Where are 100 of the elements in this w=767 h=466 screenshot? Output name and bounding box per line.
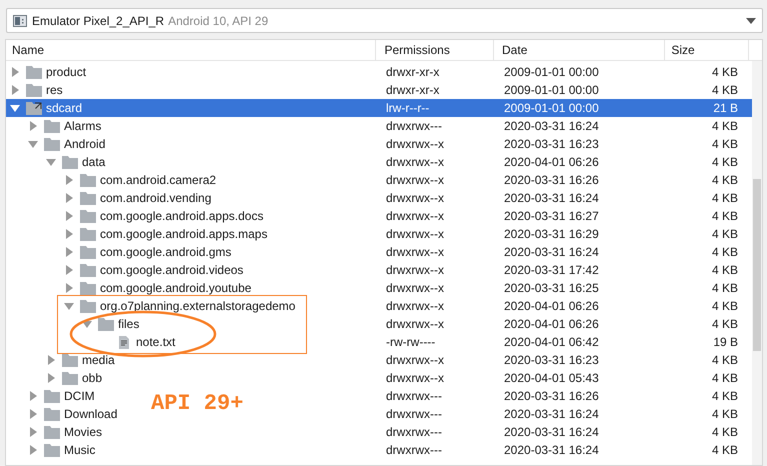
size-cell-text: 4 KB [710,191,739,205]
date-cell-text: 2020-03-31 16:25 [503,281,600,295]
date-cell-text: 2009-01-01 00:00 [503,65,600,79]
folder-icon [62,372,78,384]
column-header[interactable]: Name [6,40,376,60]
folder-icon [44,390,60,402]
collapse-arrow-icon[interactable] [82,319,92,329]
expand-arrow-icon[interactable] [28,427,38,437]
expand-arrow-icon[interactable] [64,247,74,257]
permissions-cell-text: drwxrwx--x [385,281,445,295]
folder-icon [80,246,96,258]
file-name[interactable]: res [46,83,63,97]
file-name[interactable]: Android [64,137,106,151]
file-name[interactable]: com.android.vending [100,191,212,205]
expand-arrow-icon[interactable] [10,67,20,77]
collapse-arrow-icon[interactable] [64,301,74,311]
permissions-cell-text: drwxrwx--x [385,173,445,187]
size-cell-text: 4 KB [710,155,739,169]
file-name[interactable]: com.google.android.youtube [100,281,252,295]
permissions-cell-text: drwxrwx--- [385,407,443,421]
date-cell-text: 2020-03-31 16:26 [503,173,600,187]
folder-icon [44,138,60,150]
device-name: Emulator Pixel_2_API_R [32,14,164,28]
folder-icon [80,174,96,186]
date-cell-text: 2020-03-31 16:24 [503,425,600,439]
date-cell-text: 2020-03-31 16:23 [503,353,600,367]
collapse-arrow-icon[interactable] [28,139,38,149]
permissions-cell-text: drwxr-xr-x [385,65,440,79]
file-name[interactable]: Music [64,443,96,457]
expand-arrow-icon[interactable] [64,211,74,221]
expand-arrow-icon[interactable] [28,445,38,455]
date-cell-text: 2020-04-01 06:26 [503,299,600,313]
date-cell-text: 2020-03-31 16:27 [503,209,600,223]
expand-arrow-icon[interactable] [64,229,74,239]
device-dropdown[interactable]: Emulator Pixel_2_API_R Android 10, API 29 [6,8,763,33]
permissions-cell-text: drwxrwx--x [385,137,445,151]
permissions-cell-text: drwxrwx--- [385,443,443,457]
date-cell-text: 2020-04-01 06:26 [503,317,600,331]
file-name[interactable]: com.google.android.apps.maps [100,227,268,241]
file-name[interactable]: Alarms [64,119,102,133]
folder-icon [44,444,60,456]
file-name[interactable]: sdcard [46,101,82,115]
file-name[interactable]: obb [82,371,102,385]
file-name[interactable]: DCIM [64,389,95,403]
expand-arrow-icon[interactable] [10,85,20,95]
expand-arrow-icon[interactable] [64,175,74,185]
folder-icon [44,120,60,132]
expand-arrow-icon[interactable] [28,121,38,131]
date-cell-text: 2020-04-01 05:43 [503,371,600,385]
file-name[interactable]: note.txt [136,335,176,349]
date-cell-text: 2020-03-31 16:24 [503,119,600,133]
permissions-cell-text: drwxrwx--x [385,263,445,277]
expand-arrow-icon[interactable] [64,283,74,293]
device-icon [13,14,27,26]
size-cell-text: 4 KB [710,317,739,331]
folder-icon [62,156,78,168]
date-cell-text: 2020-03-31 16:24 [503,407,600,421]
folder-icon [98,318,114,330]
size-cell-text: 4 KB [710,443,739,457]
file-name[interactable]: files [118,317,140,331]
collapse-arrow-icon[interactable] [10,103,20,113]
file-name[interactable]: com.google.android.videos [100,263,244,277]
size-cell-text: 21 B [712,101,739,115]
text-file-icon [116,336,132,348]
permissions-cell-text: drwxrwx--- [385,389,443,403]
file-name[interactable]: media [82,353,115,367]
date-cell-text: 2020-03-31 16:24 [503,191,600,205]
expand-arrow-icon[interactable] [64,265,74,275]
expand-arrow-icon[interactable] [28,409,38,419]
size-cell-text: 4 KB [710,281,739,295]
file-name[interactable]: product [46,65,86,79]
expand-arrow-icon[interactable] [46,355,56,365]
size-cell-text: 4 KB [710,353,739,367]
expand-arrow-icon[interactable] [46,373,56,383]
folder-icon [80,300,96,312]
expand-arrow-icon[interactable] [64,193,74,203]
file-name[interactable]: Movies [64,425,102,439]
permissions-cell-text: drwxrwx--- [385,119,443,133]
scrollbar-thumb[interactable] [753,179,761,351]
date-cell-text: 2020-04-01 06:26 [503,155,600,169]
file-name[interactable]: com.android.camera2 [100,173,216,187]
date-cell-text: 2020-04-01 06:42 [503,335,600,349]
date-cell-text: 2020-03-31 16:24 [503,443,600,457]
column-header[interactable]: Date [494,40,666,60]
column-header[interactable]: Permissions [376,40,494,60]
folder-icon [80,192,96,204]
device-detail: Android 10, API 29 [168,14,268,28]
collapse-arrow-icon[interactable] [46,157,56,167]
date-cell-text: 2009-01-01 00:00 [503,101,600,115]
annotation-label: API 29+ [151,391,244,416]
file-name[interactable]: com.google.android.apps.docs [100,209,264,223]
file-name[interactable]: Download [64,407,118,421]
column-header[interactable]: Size [665,40,750,60]
file-name[interactable]: data [82,155,106,169]
file-name[interactable]: com.google.android.gms [100,245,232,259]
file-name[interactable]: org.o7planning.externalstoragedemo [100,299,296,313]
selected-row-highlight[interactable]: sdcard lrw-r--r-- 2009-01-01 00:00 21 B [6,99,752,117]
expand-arrow-icon[interactable] [28,391,38,401]
size-cell-text: 4 KB [710,65,739,79]
folder-icon [80,264,96,276]
